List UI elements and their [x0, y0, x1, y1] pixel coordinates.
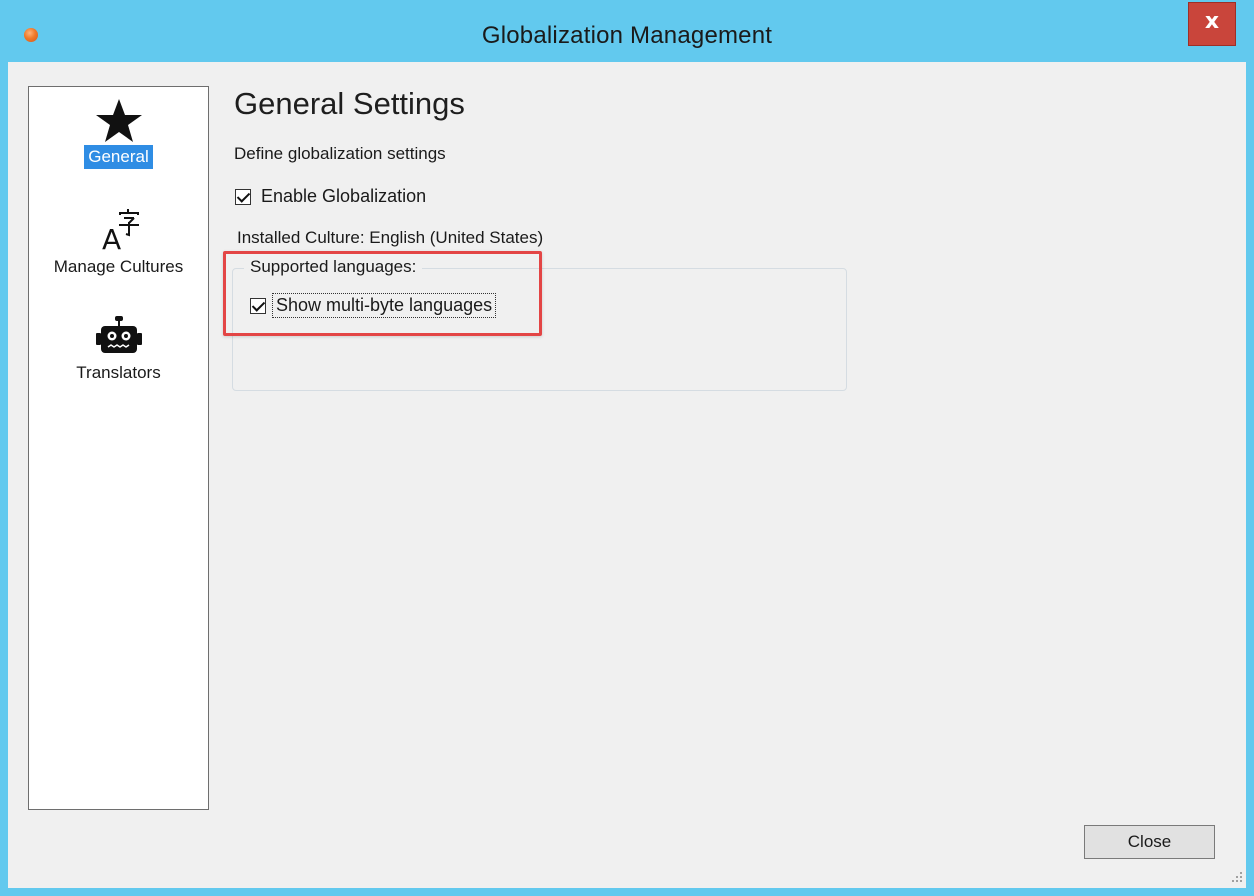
enable-globalization-checkbox[interactable]	[235, 188, 251, 205]
window-title: Globalization Management	[481, 22, 773, 49]
enable-globalization-label[interactable]: Enable Globalization	[261, 186, 426, 207]
installed-culture-text: Installed Culture: English (United State…	[237, 228, 544, 247]
sidebar-item-label: Translators	[76, 363, 161, 382]
enable-globalization-checkbox-row[interactable]: Enable Globalization	[235, 186, 426, 207]
sidebar-item-translators[interactable]: Translators	[29, 313, 208, 385]
globalization-management-window: Globalization Management x General A Man…	[0, 0, 1254, 896]
resize-grip-icon[interactable]	[1230, 870, 1244, 884]
title-bar[interactable]: Globalization Management x	[0, 0, 1254, 62]
sidebar-nav: General A Manage Cultures Translators	[28, 86, 209, 810]
dialog-body: General A Manage Cultures Translators Ge…	[8, 62, 1246, 888]
annotation-highlight-box	[223, 251, 542, 336]
svg-text:A: A	[102, 223, 121, 255]
window-close-button[interactable]: x	[1188, 2, 1236, 46]
sidebar-item-manage-cultures[interactable]: A Manage Cultures	[29, 205, 208, 279]
sidebar-item-general[interactable]: General	[29, 97, 208, 169]
sidebar-item-label: Manage Cultures	[53, 257, 184, 276]
sidebar-item-label: General	[84, 145, 153, 169]
page-title: General Settings	[234, 86, 465, 121]
page-description: Define globalization settings	[234, 144, 446, 163]
language-icon: A	[102, 209, 139, 255]
robot-icon	[95, 316, 142, 353]
star-icon	[95, 99, 142, 142]
close-button[interactable]: Close	[1084, 825, 1215, 859]
